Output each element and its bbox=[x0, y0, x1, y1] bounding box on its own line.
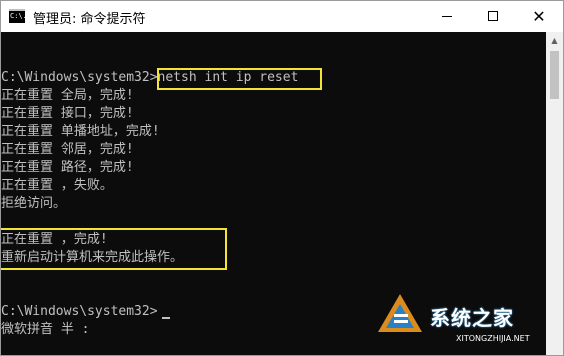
watermark-url: XITONGZHIJIA.NET bbox=[456, 334, 530, 343]
cmd-app-icon-text: C:\. bbox=[10, 12, 27, 20]
console-line: 正在重置 路径，完成! bbox=[1, 160, 134, 175]
prompt-line: C:\Windows\system32> bbox=[1, 304, 158, 319]
window-title: 管理员: 命令提示符 bbox=[33, 12, 146, 27]
scroll-up-icon[interactable]: ▲ bbox=[546, 32, 563, 49]
ime-status-line: 微软拼音 半 : bbox=[1, 322, 90, 337]
cmd-app-icon[interactable]: C:\. bbox=[9, 9, 27, 23]
site-watermark: 系统之家 XITONGZHIJIA.NET bbox=[372, 288, 564, 356]
text-cursor bbox=[162, 317, 170, 319]
title-bar[interactable]: C:\. 管理员: 命令提示符 ✕ bbox=[1, 1, 563, 32]
maximize-icon bbox=[488, 11, 498, 21]
xitongzhijia-logo-icon bbox=[378, 294, 422, 332]
minimize-icon bbox=[442, 16, 452, 17]
close-button[interactable]: ✕ bbox=[516, 1, 562, 32]
result-highlight-box bbox=[1, 228, 227, 270]
console-line: 正在重置 ，失败。 bbox=[1, 178, 113, 193]
close-icon: ✕ bbox=[532, 7, 546, 26]
console-line: 正在重置 接口，完成! bbox=[1, 106, 134, 121]
maximize-button[interactable] bbox=[470, 1, 516, 32]
command-highlight-box bbox=[157, 68, 322, 90]
scroll-thumb[interactable] bbox=[550, 51, 559, 99]
console-line: 正在重置 邻居，完成! bbox=[1, 142, 134, 157]
console-line: 正在重置 全局，完成! bbox=[1, 88, 134, 103]
console-line: 拒绝访问。 bbox=[1, 196, 67, 211]
watermark-text: 系统之家 bbox=[430, 306, 514, 330]
minimize-button[interactable] bbox=[424, 1, 470, 32]
console-line: 正在重置 单播地址，完成! bbox=[1, 124, 160, 139]
